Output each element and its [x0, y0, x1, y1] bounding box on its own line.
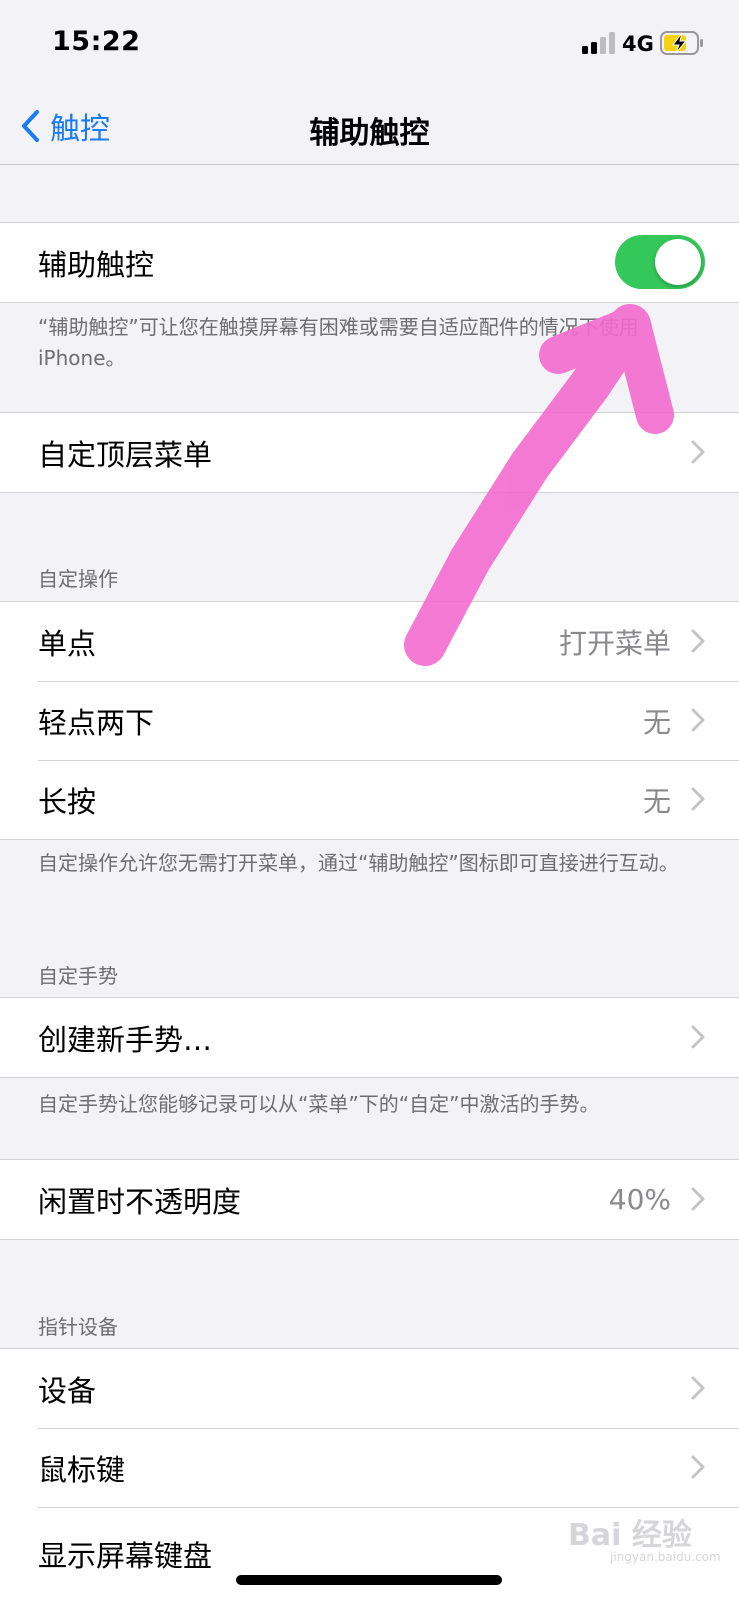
custom-actions-header: 自定操作 [38, 567, 118, 591]
home-indicator[interactable] [236, 1575, 502, 1585]
assistive-touch-switch[interactable] [615, 235, 705, 289]
network-type: 4G [622, 32, 654, 56]
cellular-signal-icon [582, 32, 615, 54]
assistive-touch-toggle-row[interactable]: 辅助触控 [0, 223, 739, 302]
assistive-touch-note: “辅助触控”可让您在触摸屏幕有困难或需要自适应配件的情况下使用iPhone。 [38, 315, 639, 370]
devices-row[interactable]: 设备 [0, 1349, 739, 1428]
custom-actions-group: 单点 打开菜单 轻点两下 无 长按 无 [0, 601, 739, 840]
chevron-right-icon [691, 1455, 705, 1479]
chevron-right-icon [691, 440, 705, 464]
top-menu-group: 自定顶层菜单 [0, 412, 739, 493]
custom-gestures-group: 创建新手势… [0, 997, 739, 1078]
chevron-right-icon [691, 1025, 705, 1049]
assistive-touch-group: 辅助触控 [0, 222, 739, 303]
row-label: 闲置时不透明度 [38, 1184, 242, 1219]
chevron-right-icon [691, 708, 705, 732]
mouse-keys-row[interactable]: 鼠标键 [0, 1428, 739, 1507]
custom-actions-note: 自定操作允许您无需打开菜单，通过“辅助触控”图标即可直接进行互动。 [38, 851, 679, 875]
row-label: 自定顶层菜单 [38, 437, 213, 472]
row-label: 设备 [38, 1373, 97, 1408]
idle-opacity-row[interactable]: 闲置时不透明度 40% [0, 1160, 739, 1239]
chevron-right-icon [691, 1187, 705, 1211]
row-label: 轻点两下 [38, 705, 155, 740]
long-press-row[interactable]: 长按 无 [0, 760, 739, 839]
customize-top-menu-row[interactable]: 自定顶层菜单 [0, 413, 739, 492]
double-tap-row[interactable]: 轻点两下 无 [0, 681, 739, 760]
single-tap-row[interactable]: 单点 打开菜单 [0, 602, 739, 681]
row-label: 创建新手势… [38, 1022, 213, 1057]
row-label: 辅助触控 [38, 247, 155, 282]
baidu-watermark: Bai 经验 [568, 1518, 692, 1553]
chevron-right-icon [691, 787, 705, 811]
row-value: 无 [642, 705, 671, 739]
row-label: 显示屏幕键盘 [38, 1539, 213, 1573]
chevron-right-icon [691, 629, 705, 653]
page-title: 辅助触控 [309, 116, 430, 151]
row-label: 长按 [38, 784, 97, 819]
battery-charging-icon [660, 31, 703, 55]
row-label: 鼠标键 [38, 1452, 126, 1487]
baidu-watermark-url: jingyan.baidu.com [610, 1550, 721, 1564]
row-value: 40% [608, 1183, 671, 1216]
chevron-right-icon [691, 1376, 705, 1400]
custom-gestures-header: 自定手势 [38, 964, 118, 988]
pointer-devices-header: 指针设备 [38, 1315, 118, 1339]
status-bar: 15:22 4G [0, 0, 739, 90]
create-new-gesture-row[interactable]: 创建新手势… [0, 998, 739, 1077]
idle-opacity-group: 闲置时不透明度 40% [0, 1159, 739, 1240]
switch-knob [655, 239, 701, 285]
custom-gestures-note: 自定手势让您能够记录可以从“菜单”下的“自定”中激活的手势。 [38, 1092, 600, 1116]
navigation-bar: 触控 辅助触控 [0, 90, 739, 165]
status-time: 15:22 [52, 26, 141, 57]
row-value: 打开菜单 [558, 626, 671, 660]
row-label: 单点 [38, 626, 97, 661]
row-value: 无 [642, 784, 671, 818]
